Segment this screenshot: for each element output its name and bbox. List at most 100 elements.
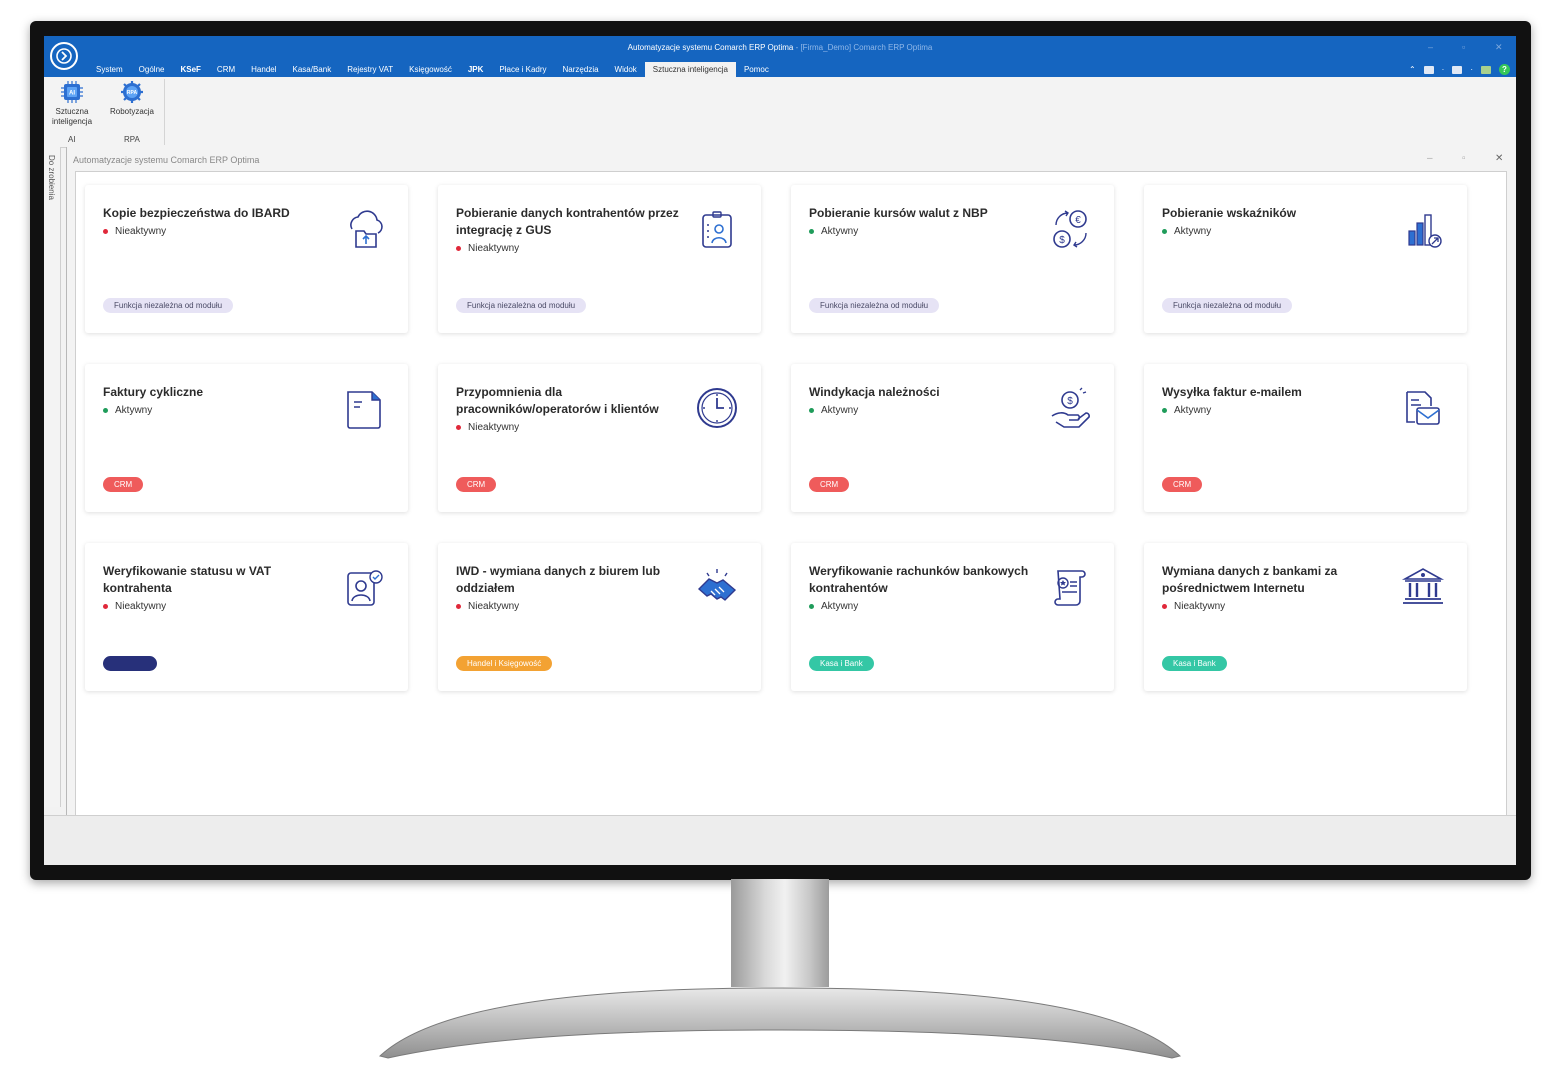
rpa-button[interactable]: RPA Robotyzacja [104, 80, 160, 117]
automation-card[interactable]: Wymiana danych z bankami za pośrednictwe… [1144, 543, 1467, 691]
automation-card[interactable]: Wysyłka faktur e-mailem Aktywny CRM [1144, 364, 1467, 512]
ai-chip-icon: AI [60, 80, 84, 104]
card-status: Aktywny [1162, 405, 1211, 416]
card-title: Wymiana danych z bankami za pośrednictwe… [1162, 564, 1338, 595]
card-title: Weryfikowanie rachunków bankowych kontra… [809, 564, 1029, 595]
module-tag: Funkcja niezależna od modułu [103, 298, 234, 313]
close-window-icon[interactable]: ✕ [1495, 42, 1503, 53]
ai-button-label-2: inteligencja [51, 117, 93, 126]
status-active-dot [809, 229, 814, 234]
menu-item[interactable]: Płace i Kadry [491, 62, 554, 77]
menu-item[interactable]: Księgowość [401, 62, 460, 77]
card-status-text: Aktywny [821, 226, 859, 237]
maximize-icon[interactable]: ▫ [1462, 42, 1465, 52]
monitor-stand-neck [731, 879, 829, 987]
menu-item[interactable]: Handel [243, 62, 284, 77]
collapse-ribbon-icon[interactable]: ⌃ [1409, 65, 1416, 74]
document-icon [347, 391, 381, 429]
ai-button-label-1: Sztuczna [55, 107, 89, 116]
menu-item[interactable]: JPK [460, 62, 492, 77]
bank-icon [1401, 568, 1445, 604]
handshake-icon [697, 569, 737, 601]
person-verify-icon [347, 570, 383, 606]
status-bar [44, 815, 1516, 865]
dropdown-icon[interactable]: · [1442, 65, 1445, 74]
id-badge-icon [702, 211, 732, 248]
svg-text:€: € [1075, 215, 1081, 226]
card-status-text: Nieaktywny [468, 422, 520, 433]
card-title: Weryfikowanie statusu w VAT kontrahenta [103, 564, 272, 595]
automation-card[interactable]: Weryfikowanie statusu w VAT kontrahenta N… [85, 543, 408, 691]
card-status-text: Aktywny [821, 405, 859, 416]
menu-item[interactable]: Widok [607, 62, 645, 77]
menu-item[interactable]: KSeF [172, 62, 208, 77]
card-status-text: Nieaktywny [115, 601, 167, 612]
automation-card[interactable]: Weryfikowanie rachunków bankowych kontra… [791, 543, 1114, 691]
module-tag [103, 656, 157, 671]
card-status: Nieaktywny [456, 422, 519, 433]
card-status-text: Aktywny [1174, 405, 1212, 416]
doc-restore-icon[interactable]: ▫ [1462, 153, 1466, 164]
doc-minimize-icon[interactable]: – [1427, 153, 1433, 164]
flag-icon[interactable] [1423, 65, 1434, 74]
dropdown-icon[interactable]: · [1470, 65, 1473, 74]
card-title: Wysyłka faktur e-mailem [1162, 385, 1302, 399]
svg-text:RPA: RPA [127, 90, 138, 96]
doc-close-icon[interactable]: ✕ [1495, 153, 1503, 164]
menu-item[interactable]: Narzędzia [555, 62, 607, 77]
card-status: Aktywny [809, 405, 858, 416]
automation-card[interactable]: Pobieranie kursów walut z NBP Aktywny Funk… [791, 185, 1114, 333]
automation-card[interactable]: Faktury cykliczne Aktywny CRM [85, 364, 408, 512]
card-status: Nieaktywny [103, 226, 166, 237]
module-tag: Handel i Księgowość [456, 656, 553, 671]
card-status: Aktywny [809, 226, 858, 237]
card-status-text: Aktywny [115, 405, 153, 416]
module-tag: Funkcja niezależna od modułu [1162, 298, 1293, 313]
card-title: Pobieranie kursów walut z NBP [809, 206, 988, 220]
scroll-certificate-icon [1054, 570, 1086, 606]
status-inactive-dot [456, 246, 461, 251]
printer-icon[interactable] [1452, 65, 1463, 74]
quick-tray: ⌃ · · ? [1409, 62, 1510, 77]
menu-item[interactable]: Rejestry VAT [339, 62, 401, 77]
menu-item[interactable]: System [88, 62, 131, 77]
menu-item[interactable]: Pomoc [736, 62, 777, 77]
menu-item[interactable]: Kasa/Bank [285, 62, 340, 77]
automation-card[interactable]: Przypomnienia dla pracowników/operatorów… [438, 364, 761, 512]
automation-card[interactable]: Pobieranie danych kontrahentów przez int… [438, 185, 761, 333]
status-active-dot [809, 408, 814, 413]
card-status: Nieaktywny [456, 243, 519, 254]
automation-card[interactable]: Pobieranie wskaźników Aktywny Funkcja niez… [1144, 185, 1467, 333]
card-status-text: Nieaktywny [468, 243, 520, 254]
settings-icon[interactable] [1481, 65, 1491, 74]
card-status-text: Aktywny [821, 601, 859, 612]
menu-item[interactable]: Ogólne [131, 62, 173, 77]
card-title: Przypomnienia dla pracowników/operatorów… [456, 385, 659, 416]
bar-chart-icon [1408, 214, 1442, 248]
help-icon[interactable]: ? [1499, 64, 1510, 75]
automation-card[interactable]: IWD - wymiana danych z biurem lub oddzia… [438, 543, 761, 691]
status-inactive-dot [456, 425, 461, 430]
automation-card[interactable]: Windykacja należności Aktywny CRM $ [791, 364, 1114, 512]
window-title-company: - [Firma_Demo] Comarch ERP Optima [793, 43, 933, 52]
screen: Automatyzacje systemu Comarch ERP Optima… [44, 36, 1516, 865]
card-title: Pobieranie danych kontrahentów przez int… [456, 206, 679, 237]
currency-exchange-icon: €$ [1053, 210, 1087, 248]
module-tag: CRM [456, 477, 497, 492]
ribbon: AI Sztuczna inteligencja RPA Robotyzacja… [44, 77, 1516, 148]
automation-card[interactable]: Kopie bezpieczeństwa do IBARD Nieaktywny F… [85, 185, 408, 333]
rpa-button-label: Robotyzacja [109, 107, 155, 116]
module-tag: Kasa i Bank [1162, 656, 1227, 671]
minimize-icon[interactable]: – [1428, 42, 1433, 52]
module-tag: Funkcja niezależna od modułu [809, 298, 940, 313]
card-status-text: Aktywny [1174, 226, 1212, 237]
todo-side-label: Do zrobienia [47, 155, 56, 200]
document-window: Automatyzacje systemu Comarch ERP Optima… [66, 147, 1516, 817]
menu-item[interactable]: CRM [209, 62, 243, 77]
todo-side-panel[interactable]: Do zrobienia [44, 147, 61, 807]
title-bar: Automatyzacje systemu Comarch ERP Optima… [44, 36, 1516, 77]
automation-panel: Kopie bezpieczeństwa do IBARD Nieaktywny F… [75, 171, 1507, 817]
menu-item[interactable]: Sztuczna inteligencja [644, 62, 736, 77]
module-tag: Funkcja niezależna od modułu [456, 298, 587, 313]
ai-button[interactable]: AI Sztuczna inteligencja [50, 80, 94, 127]
